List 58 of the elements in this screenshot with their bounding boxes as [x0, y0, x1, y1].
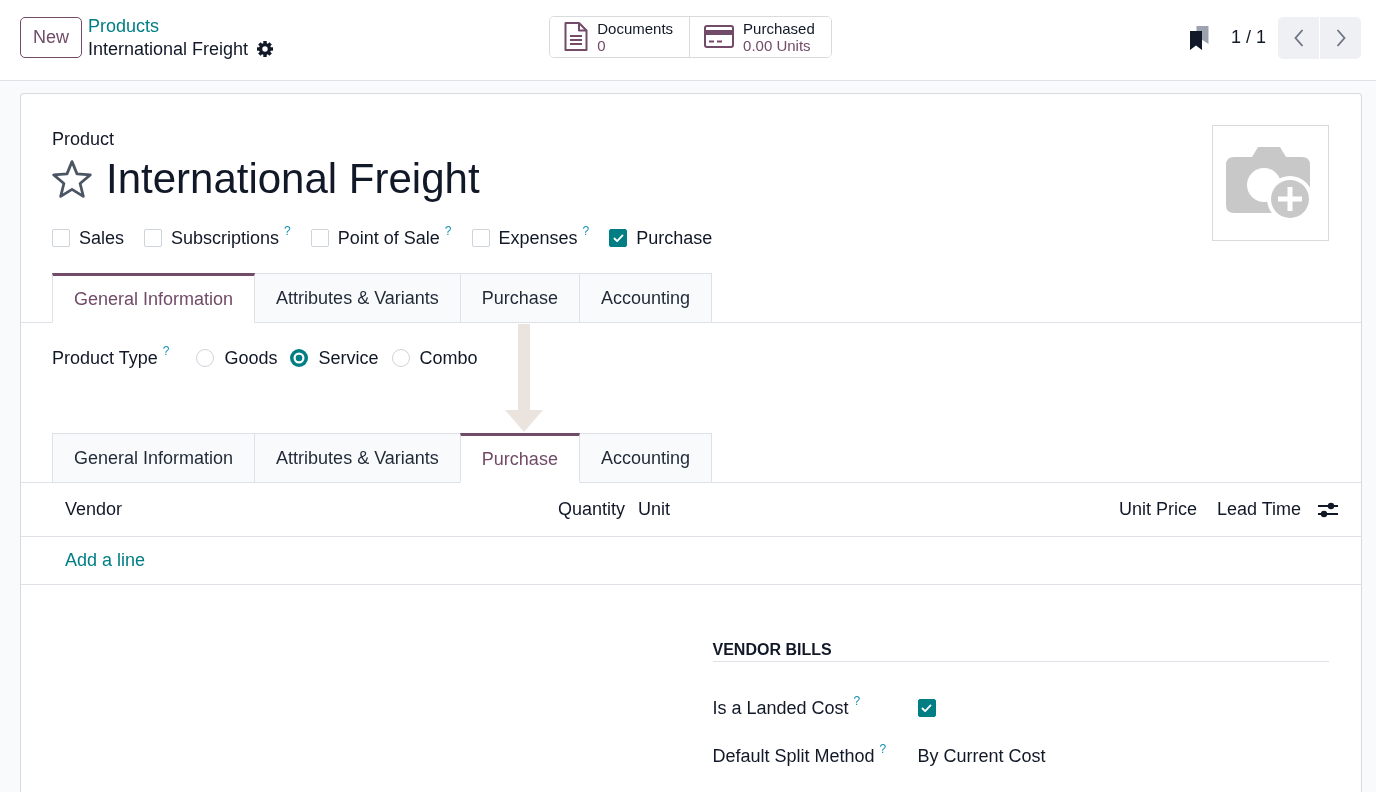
- checkbox-label[interactable]: Point of Sale: [337, 227, 440, 249]
- help-tooltip[interactable]: ?: [879, 742, 887, 755]
- radio-label[interactable]: Combo: [419, 347, 478, 369]
- checkmark-icon: [921, 703, 932, 713]
- checkbox[interactable]: [917, 699, 936, 717]
- checkbox-label[interactable]: Sales: [79, 227, 125, 249]
- credit-card-icon: [704, 25, 735, 48]
- tab[interactable]: General Information: [52, 273, 256, 323]
- checkbox-label[interactable]: Purchase: [636, 227, 713, 249]
- bookmark-icon[interactable]: [1189, 25, 1209, 50]
- radio-button[interactable]: [391, 349, 410, 367]
- tab[interactable]: Attributes & Variants: [254, 273, 461, 323]
- help-tooltip[interactable]: ?: [162, 344, 170, 357]
- image-upload-box[interactable]: [1212, 125, 1329, 241]
- field-label: Default Split Method: [712, 745, 875, 767]
- tab[interactable]: General Information: [52, 433, 256, 483]
- checkbox[interactable]: [609, 229, 628, 247]
- new-button[interactable]: New: [20, 17, 82, 58]
- next-button[interactable]: [1320, 16, 1361, 59]
- add-line-link[interactable]: Add a line: [65, 550, 146, 571]
- help-tooltip[interactable]: ?: [444, 224, 452, 237]
- radio-button[interactable]: [196, 349, 215, 367]
- radio-label[interactable]: Goods: [224, 347, 278, 369]
- previous-button[interactable]: [1278, 16, 1319, 59]
- radio-label[interactable]: Service: [318, 347, 379, 369]
- breadcrumb-current: International Freight: [88, 37, 249, 61]
- radio-button[interactable]: [290, 349, 309, 367]
- gear-icon[interactable]: [257, 41, 274, 57]
- field-label: Is a Landed Cost: [712, 697, 849, 719]
- section-title: VENDOR BILLS: [712, 639, 1329, 662]
- breadcrumb-link[interactable]: Products: [88, 14, 160, 38]
- help-tooltip[interactable]: ?: [853, 694, 861, 707]
- column-header[interactable]: Unit: [631, 499, 1100, 520]
- document-icon: [564, 22, 589, 51]
- tab[interactable]: Accounting: [578, 273, 712, 323]
- help-tooltip[interactable]: ?: [284, 224, 291, 237]
- stat-button[interactable]: Purchased 0.00 Units: [689, 16, 831, 57]
- tab[interactable]: Attributes & Variants: [254, 433, 461, 483]
- help-tooltip[interactable]: ?: [582, 224, 590, 237]
- column-header[interactable]: Unit Price: [1100, 499, 1205, 520]
- tab[interactable]: Accounting: [578, 433, 712, 483]
- pager-value[interactable]: 1 / 1: [1230, 27, 1266, 48]
- tab[interactable]: Purchase: [459, 433, 580, 483]
- checkmark-icon: [612, 233, 624, 243]
- star-icon[interactable]: [52, 160, 92, 198]
- field-label: Product Type: [52, 347, 158, 369]
- column-header[interactable]: Lead Time: [1205, 499, 1310, 520]
- sliders-icon[interactable]: [1318, 501, 1338, 518]
- checkbox-label[interactable]: Subscriptions: [171, 227, 280, 249]
- tab[interactable]: Purchase: [459, 273, 580, 323]
- chevron-left-icon: [1293, 28, 1304, 47]
- column-header[interactable]: Quantity: [533, 499, 631, 520]
- checkbox-label[interactable]: Expenses: [498, 227, 578, 249]
- chevron-right-icon: [1335, 28, 1346, 47]
- column-header[interactable]: Vendor: [21, 499, 533, 520]
- product-title: International Freight: [106, 156, 480, 202]
- field-value[interactable]: By Current Cost: [917, 745, 1046, 766]
- record-type-label: Product: [52, 128, 115, 151]
